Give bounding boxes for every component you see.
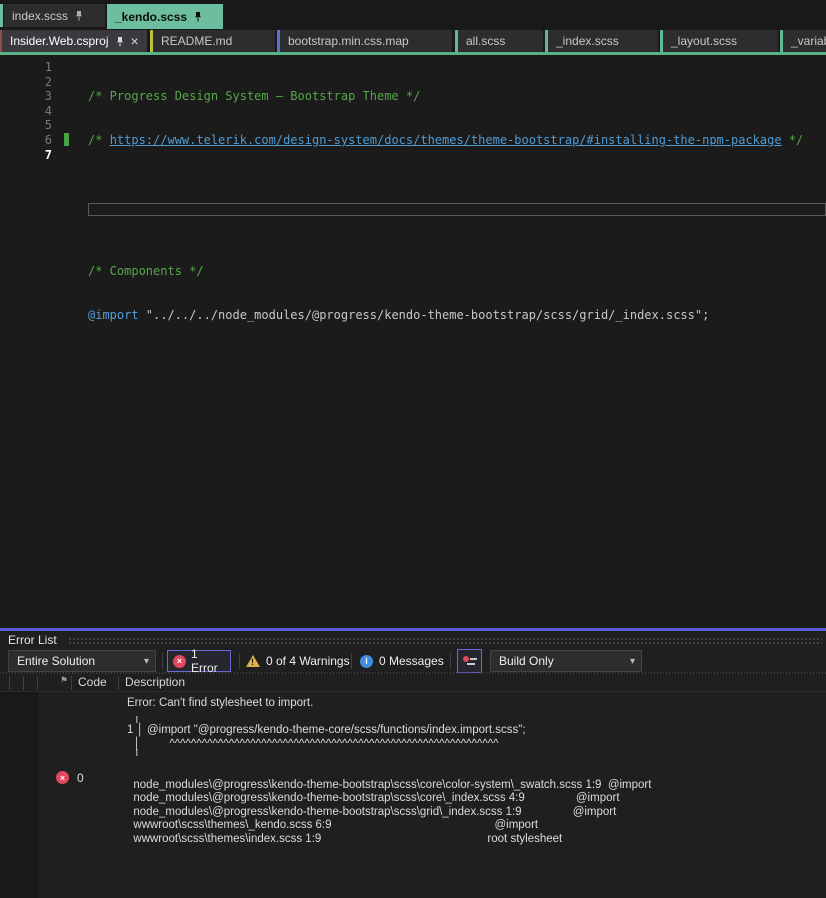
tab-all-scss[interactable]: all.scss [458,30,543,52]
build-filter-value: Build Only [499,654,554,668]
tab-label: _index.scss [556,34,619,48]
column-separator[interactable] [9,676,10,690]
column-separator[interactable] [118,676,119,690]
tab-readme-md[interactable]: README.md [153,30,275,52]
tab-bootstrap-min-css-map[interactable]: bootstrap.min.css.map [280,30,452,52]
close-icon[interactable]: × [131,34,139,48]
error-glyph: × [59,772,66,783]
warning-icon: ! [246,655,260,667]
code-editor[interactable]: 1 2 3 4 5 6 7 /* Progress Design System … [0,55,826,628]
scope-dropdown-value: Entire Solution [17,654,96,668]
scope-dropdown[interactable]: Entire Solution ▾ [8,650,156,672]
current-line-number: 7 [44,147,52,162]
current-line-highlight [88,203,826,216]
toolbar-separator [162,653,163,669]
tab-variables-scss[interactable]: _variab [783,30,826,52]
modified-line-indicator [64,133,69,146]
pin-icon[interactable] [193,11,203,22]
comment-open: /* [88,132,110,147]
import-path-string: "../../../node_modules/@progress/kendo-t… [138,308,710,323]
tab-label: _layout.scss [671,34,738,48]
messages-count-label: 0 Messages [379,654,444,668]
hyperlink[interactable]: https://www.telerik.com/design-system/do… [110,133,782,147]
error-grid-body: × 0 Error: Can't find stylesheet to impo… [0,692,826,898]
line-number-gutter: 1 2 3 4 5 6 7 [0,60,52,162]
error-description-cell: Error: Can't find stylesheet to import. … [127,697,652,845]
chevron-down-icon: ▾ [629,655,635,667]
code-content[interactable]: /* Progress Design System – Bootstrap Th… [88,60,803,396]
filter-icon-line [470,658,477,660]
tab-accent-bar [0,4,3,27]
filter-icon [463,656,469,662]
tab-label: _variab [791,34,826,48]
tab-label: all.scss [466,34,506,48]
info-icon: i [360,654,373,668]
toolbar-separator [450,653,451,669]
pin-icon[interactable] [74,10,84,21]
tab-index-scss-2[interactable]: _index.scss [548,30,658,52]
code-line-1[interactable]: /* Progress Design System – Bootstrap Th… [88,89,803,104]
warnings-count-label: 0 of 4 Warnings [266,654,350,668]
ide-window: index.scss _kendo.scss Insider.Web.cspro… [0,0,826,898]
warning-glyph: ! [251,657,254,667]
line-number: 6 [44,132,52,147]
tab-layout-scss[interactable]: _layout.scss [663,30,778,52]
tab-label: Insider.Web.csproj [10,34,109,48]
import-keyword: @import [88,308,139,323]
info-glyph: i [365,656,368,666]
error-code-cell: 0 [77,771,84,785]
tab-insider-web-csproj[interactable]: Insider.Web.csproj × [2,30,147,52]
build-filter-dropdown[interactable]: Build Only ▾ [490,650,642,672]
pin-icon[interactable] [115,36,125,47]
grid-gutter-strip [0,692,38,898]
errors-toggle-button[interactable]: × 1 Error [167,647,231,675]
line-number: 2 [44,74,52,89]
code-line-6[interactable]: @import "../../../node_modules/@progress… [88,308,803,323]
line-number: 1 [44,60,52,74]
filter-button[interactable] [457,649,482,673]
tab-label: _kendo.scss [115,9,188,24]
error-list-toolbar: Entire Solution ▾ × 1 Error ! 0 of 4 War… [0,647,826,675]
tab-label: index.scss [12,8,69,23]
code-line-3[interactable] [88,177,803,192]
column-separator[interactable] [37,676,38,690]
panel-title: Error List [8,633,57,647]
messages-toggle-button[interactable]: i 0 Messages [360,650,444,672]
code-line-4[interactable] [88,221,803,236]
comment-close: */ [781,132,804,147]
chevron-down-icon: ▾ [143,655,149,667]
line-number: 3 [44,89,52,104]
toolbar-separator [239,653,240,669]
tab-index-scss[interactable]: index.scss [4,4,105,27]
code-line-5[interactable]: /* Components */ [88,264,803,279]
warnings-toggle-button[interactable]: ! 0 of 4 Warnings [246,650,350,672]
column-separator[interactable] [23,676,24,690]
line-number: 5 [44,118,52,133]
line-number: 4 [44,103,52,118]
column-header-description[interactable]: Description [125,675,185,689]
error-list-panel: Error List Entire Solution ▾ × 1 Error !… [0,631,826,898]
column-separator[interactable] [71,676,72,690]
title-bar-grip [68,637,822,645]
error-grid-header: ⚑ Code Description [0,674,826,692]
filter-icon-line [467,663,475,665]
tab-kendo-scss-active[interactable]: _kendo.scss [107,4,223,29]
tab-label: README.md [161,34,233,48]
error-glyph: × [176,656,183,666]
severity-column-icon: ⚑ [60,675,69,685]
code-line-2[interactable]: /* https://www.telerik.com/design-system… [88,133,803,148]
error-icon: × [173,654,186,668]
error-icon: × [56,771,69,784]
toolbar-separator [351,653,352,669]
errors-count-label: 1 Error [191,647,218,675]
column-header-code[interactable]: Code [78,675,107,689]
tab-label: bootstrap.min.css.map [288,34,409,48]
code-line-7[interactable] [88,352,803,367]
